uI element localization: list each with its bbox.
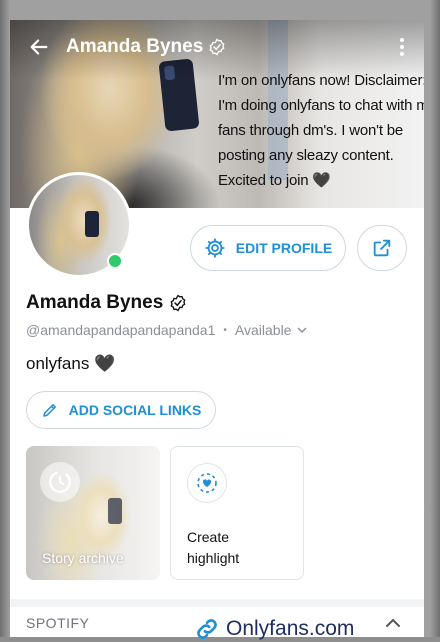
online-status-dot <box>107 253 123 269</box>
story-archive-label: Story archive <box>42 550 124 566</box>
share-button[interactable] <box>357 225 407 271</box>
cover-caption-line: I'm on onlyfans now! Disclaimer: <box>218 72 424 89</box>
cover-caption-line: posting any sleazy content. <box>218 147 394 164</box>
back-arrow-icon[interactable] <box>28 36 50 58</box>
section-divider <box>10 599 424 607</box>
profile-name: Amanda Bynes <box>26 292 187 314</box>
create-highlight-label: Create highlight <box>187 527 239 569</box>
onlyfans-watermark: Onlyfans.com <box>194 616 354 642</box>
cover-caption-line: Excited to join 🖤 <box>218 172 331 189</box>
availability-status: Available <box>234 322 292 338</box>
story-archive-icon <box>40 462 80 502</box>
add-social-links-label: ADD SOCIAL LINKS <box>68 402 202 418</box>
gear-icon <box>205 238 225 258</box>
availability-dropdown[interactable]: Available <box>235 322 309 338</box>
separator-dot: • <box>223 324 227 336</box>
verified-icon <box>209 38 225 56</box>
edit-profile-button[interactable]: EDIT PROFILE <box>190 225 346 271</box>
cover-caption: I'm on onlyfans now! Disclaimer: I'm doi… <box>218 68 424 193</box>
spotify-section-title: SPOTIFY <box>26 615 90 631</box>
share-icon <box>373 239 391 257</box>
chevron-down-icon <box>297 327 307 334</box>
more-vertical-icon[interactable] <box>392 36 412 58</box>
header-title-text: Amanda Bynes <box>66 36 204 57</box>
pencil-icon <box>42 404 56 417</box>
create-highlight-line2: highlight <box>187 550 240 566</box>
handle-row: @amandapandapandapanda1 • Available <box>26 322 308 338</box>
profile-screen: Amanda Bynes I'm on onlyfans now! Discla… <box>10 20 424 637</box>
highlight-heart-icon <box>187 463 227 503</box>
header-title: Amanda Bynes <box>66 36 226 58</box>
create-highlight-line1: Create <box>187 529 230 545</box>
profile-name-text: Amanda Bynes <box>26 292 164 313</box>
create-highlight-card[interactable]: Create highlight <box>170 446 304 580</box>
watermark-text: Onlyfans.com <box>226 617 355 640</box>
cover-caption-line: I'm doing onlyfans to chat with my <box>218 97 424 114</box>
chevron-up-icon[interactable] <box>384 614 402 632</box>
link-icon <box>197 619 217 639</box>
profile-handle: @amandapandapandapanda1 <box>26 322 216 338</box>
edit-profile-label: EDIT PROFILE <box>235 240 333 256</box>
verified-icon <box>170 294 186 312</box>
add-social-links-button[interactable]: ADD SOCIAL LINKS <box>26 391 216 429</box>
profile-bio: onlyfans 🖤 <box>26 354 116 373</box>
story-archive-card[interactable]: Story archive <box>26 446 160 580</box>
cover-caption-line: fans through dm's. I won't be <box>218 122 404 139</box>
